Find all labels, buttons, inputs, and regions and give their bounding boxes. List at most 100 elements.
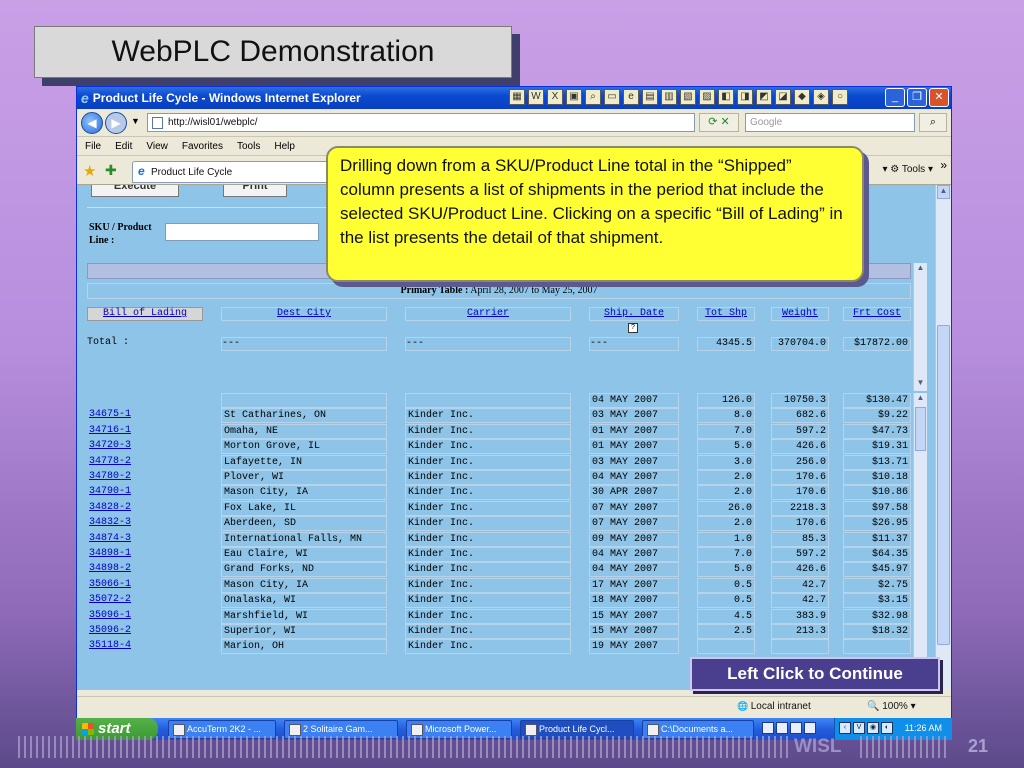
- excel-icon[interactable]: X: [547, 89, 563, 105]
- add-favorite-icon[interactable]: ✚: [105, 162, 117, 179]
- report-frame: Report By Product Line (Drilldown Value …: [87, 263, 927, 683]
- app-icon[interactable]: [776, 722, 788, 734]
- menu-edit[interactable]: Edit: [115, 141, 132, 152]
- scroll-up-icon[interactable]: ▲: [914, 263, 927, 276]
- primary-table-label: Primary Table :: [400, 285, 469, 296]
- menu-favorites[interactable]: Favorites: [182, 141, 223, 152]
- list-scrollbar[interactable]: ▲: [913, 393, 927, 683]
- minimize-icon[interactable]: _: [885, 88, 905, 107]
- continue-button[interactable]: Left Click to Continue: [690, 657, 940, 691]
- refresh-icon[interactable]: ⟳ ✕: [699, 113, 739, 132]
- zoom-level[interactable]: 🔍 100% ▾: [867, 701, 916, 712]
- weight-cell: 42.7: [771, 577, 829, 593]
- tab-product-life-cycle[interactable]: Product Life Cycle: [132, 161, 332, 183]
- menu-file[interactable]: File: [85, 141, 101, 152]
- app-icon[interactable]: [804, 722, 816, 734]
- execute-button[interactable]: Execute: [91, 185, 179, 197]
- app-icon[interactable]: ◐: [881, 722, 893, 734]
- scroll-up-icon[interactable]: ▲: [914, 393, 927, 406]
- app-icon[interactable]: ▣: [566, 89, 582, 105]
- sku-input[interactable]: [165, 223, 319, 241]
- calendar-icon[interactable]: ?: [628, 323, 638, 333]
- bill-of-lading-link[interactable]: 35072-2: [87, 593, 203, 608]
- weight-cell: 170.6: [771, 470, 829, 485]
- security-icon[interactable]: ◉: [867, 722, 879, 734]
- bill-of-lading-link[interactable]: 34790-1: [87, 485, 203, 500]
- bill-of-lading-link[interactable]: 34828-2: [87, 501, 203, 516]
- table-row: 34898-1 Eau Claire, WI Kinder Inc. 04 MAY 2…: [87, 547, 911, 562]
- app-icon[interactable]: ▥: [661, 89, 677, 105]
- scroll-thumb[interactable]: [937, 325, 950, 645]
- scroll-down-icon[interactable]: ▼: [914, 378, 927, 391]
- app-icon[interactable]: ○: [832, 89, 848, 105]
- bill-of-lading-link[interactable]: 35066-1: [87, 578, 203, 593]
- app-icon[interactable]: ◈: [813, 89, 829, 105]
- dest-city-cell: Grand Forks, ND: [221, 562, 387, 578]
- favorites-star-icon[interactable]: ★: [83, 162, 96, 180]
- app-icon[interactable]: ▨: [699, 89, 715, 105]
- chevron-left-icon[interactable]: ‹: [839, 722, 851, 734]
- col-bill-of-lading[interactable]: Bill of Lading: [87, 307, 203, 321]
- col-tot-shp[interactable]: Tot Shp: [697, 307, 755, 321]
- app-icon[interactable]: ◪: [775, 89, 791, 105]
- header-scrollbar[interactable]: ▲ ▼: [913, 263, 927, 391]
- menu-view[interactable]: View: [146, 141, 168, 152]
- restore-icon[interactable]: ❐: [907, 88, 927, 107]
- col-frt-cost[interactable]: Frt Cost: [843, 307, 911, 321]
- search-icon[interactable]: ⌕: [919, 113, 947, 132]
- menu-tools[interactable]: Tools: [237, 141, 260, 152]
- search-icon[interactable]: ⌕: [585, 89, 601, 105]
- bill-of-lading-link[interactable]: 35118-4: [87, 639, 203, 654]
- bill-of-lading-link[interactable]: 34720-3: [87, 439, 203, 454]
- app-icon[interactable]: ▤: [642, 89, 658, 105]
- network-icon[interactable]: V: [853, 722, 865, 734]
- print-button[interactable]: Print: [223, 185, 287, 197]
- bill-of-lading-link[interactable]: 34780-2: [87, 470, 203, 485]
- scroll-thumb[interactable]: [915, 407, 926, 451]
- bill-of-lading-link[interactable]: 34898-2: [87, 562, 203, 577]
- menu-help[interactable]: Help: [274, 141, 295, 152]
- app-icon[interactable]: ◆: [794, 89, 810, 105]
- tot-shp-cell: 7.0: [697, 423, 755, 439]
- col-dest-city[interactable]: Dest City: [221, 307, 387, 321]
- bill-of-lading-link[interactable]: 34675-1: [87, 408, 203, 423]
- app-icon[interactable]: [762, 722, 774, 734]
- bill-of-lading-link[interactable]: 35096-1: [87, 609, 203, 624]
- tools-button[interactable]: ▾ ⚙ Tools ▾: [882, 164, 933, 175]
- bill-of-lading-link[interactable]: 34832-3: [87, 516, 203, 531]
- address-input[interactable]: http://wisl01/webplc/: [147, 113, 695, 132]
- chevron-more-icon[interactable]: »: [940, 158, 947, 172]
- bill-of-lading-link[interactable]: 34778-2: [87, 455, 203, 470]
- app-icon[interactable]: ◧: [718, 89, 734, 105]
- bill-of-lading-link[interactable]: 34898-1: [87, 547, 203, 562]
- folder-icon[interactable]: ▭: [604, 89, 620, 105]
- ship-date-cell: 18 MAY 2007: [589, 593, 679, 609]
- app-icon[interactable]: [790, 722, 802, 734]
- frt-cost-cell: $64.35: [843, 547, 911, 562]
- app-icon[interactable]: ◨: [737, 89, 753, 105]
- app-icon[interactable]: ▦: [509, 89, 525, 105]
- history-dropdown-icon[interactable]: ▼: [131, 116, 140, 126]
- bill-of-lading-link[interactable]: 34874-3: [87, 532, 203, 547]
- carrier-cell: Kinder Inc.: [405, 639, 571, 655]
- close-icon[interactable]: ✕: [929, 88, 949, 107]
- ship-date-cell: 30 APR 2007: [589, 485, 679, 501]
- carrier-cell: Kinder Inc.: [405, 500, 571, 516]
- bill-of-lading-link[interactable]: 35096-2: [87, 624, 203, 639]
- dest-city-cell: Eau Claire, WI: [221, 547, 387, 562]
- bill-of-lading-link[interactable]: 34716-1: [87, 424, 203, 439]
- scroll-up-icon[interactable]: ▲: [937, 185, 950, 199]
- weight-cell: 383.9: [771, 608, 829, 624]
- ship-date-cell: 04 MAY 2007: [589, 547, 679, 562]
- col-carrier[interactable]: Carrier: [405, 307, 571, 321]
- ie-icon[interactable]: e: [623, 89, 639, 105]
- back-icon[interactable]: ◀: [81, 112, 103, 134]
- col-weight[interactable]: Weight: [771, 307, 829, 321]
- page-scrollbar[interactable]: ▲: [935, 185, 951, 690]
- forward-icon[interactable]: ▶: [105, 112, 127, 134]
- search-input[interactable]: Google: [745, 113, 915, 132]
- word-icon[interactable]: W: [528, 89, 544, 105]
- col-ship-date[interactable]: Ship. Date: [589, 307, 679, 321]
- app-icon[interactable]: ◩: [756, 89, 772, 105]
- app-icon[interactable]: ▧: [680, 89, 696, 105]
